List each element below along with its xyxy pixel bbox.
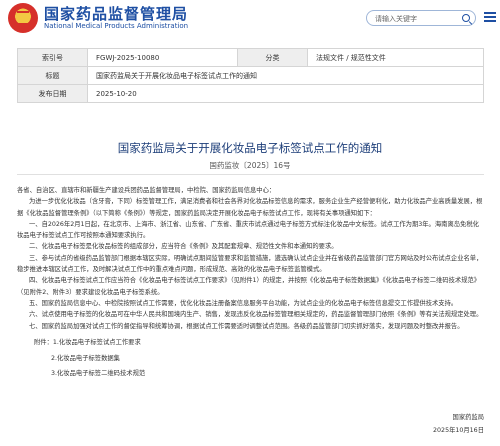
body-paragraph: 七、国家药监局加强对试点工作的督促指导和统筹协调，根据试点工作需要适时调整试点范… (29, 322, 464, 330)
issue-date: 2025年10月16日 (433, 427, 484, 434)
index-label: 索引号 (17, 48, 88, 67)
body-paragraph: 为进一步优化化妆品（含牙膏，下同）标签管理工作，满足消费者和社会各界对化妆品标签… (17, 198, 483, 217)
body-paragraph: 六、试点使用电子标签的化妆品可在中华人民共和国境内生产、销售，发现违反化妆品标签… (29, 311, 483, 319)
issuer: 国家药监局 (452, 414, 484, 421)
body-paragraph: 三、参与试点的省级药品监管部门根据本辖区实际，明确试点期间监管要求和监管措施，遴… (17, 254, 483, 274)
attachment-item[interactable]: 附件：1.化妆品电子标签试点工作要求 (34, 335, 145, 351)
salutation: 各省、自治区、直辖市和新疆生产建设兵团药品监督管理局，中检院、国家药监局信息中心… (17, 187, 276, 194)
date-value: 2025-10-20 (87, 84, 484, 103)
title-value: 国家药监局关于开展化妆品电子标签试点工作的通知 (87, 66, 484, 85)
site-header: 国家药品监督管理局 National Medical Products Admi… (0, 0, 500, 38)
attachments-list: 附件：1.化妆品电子标签试点工作要求 2.化妆品电子标签数据集 3.化妆品电子标… (34, 335, 145, 382)
search-icon[interactable] (462, 14, 470, 22)
signoff: 国家药监局 2025年10月16日 (433, 411, 484, 437)
site-subtitle: National Medical Products Administration (44, 22, 189, 30)
body-paragraph: 四、化妆品电子标签试点工作应当符合《化妆品电子标签试点工作要求》（见附件1）的规… (17, 277, 481, 296)
attachment-item[interactable]: 3.化妆品电子标签二维码技术规范 (34, 366, 145, 382)
search-box[interactable] (366, 10, 476, 26)
category-label: 分类 (237, 48, 308, 67)
document-body: 各省、自治区、直辖市和新疆生产建设兵团药品监督管理局，中检院、国家药监局信息中心… (17, 185, 484, 332)
body-paragraph: 五、国家药监局信息中心、中检院按照试点工作需要，优化化妆品注册备案信息服务平台功… (29, 299, 458, 307)
site-title[interactable]: 国家药品监督管理局 (44, 3, 188, 24)
date-label: 发布日期 (17, 84, 88, 103)
title-label: 标题 (17, 66, 88, 85)
category-value: 法规文件 / 规范性文件 (307, 48, 484, 67)
index-value: FGWJ-2025-10080 (87, 48, 238, 67)
body-paragraph: 二、化妆品电子标签是化妆品标签的组成部分，应当符合《条例》及其配套规章、规范性文… (29, 243, 338, 251)
body-paragraph: 一、自2026年2月1日起，在北京市、上海市、浙江省、山东省、广东省、重庆市试点… (17, 220, 479, 240)
search-input[interactable] (375, 13, 459, 24)
menu-icon[interactable] (484, 11, 496, 23)
attachment-item[interactable]: 2.化妆品电子标签数据集 (34, 351, 145, 367)
divider (17, 174, 484, 175)
attachments-label: 附件： (34, 339, 53, 346)
document-number: 国药监妆〔2025〕16号 (209, 161, 291, 170)
document-meta-table: 索引号 FGWJ-2025-10080 分类 法规文件 / 规范性文件 标题 国… (17, 48, 484, 103)
document-title: 国家药监局关于开展化妆品电子标签试点工作的通知 (117, 141, 383, 155)
national-emblem-icon (8, 3, 38, 33)
